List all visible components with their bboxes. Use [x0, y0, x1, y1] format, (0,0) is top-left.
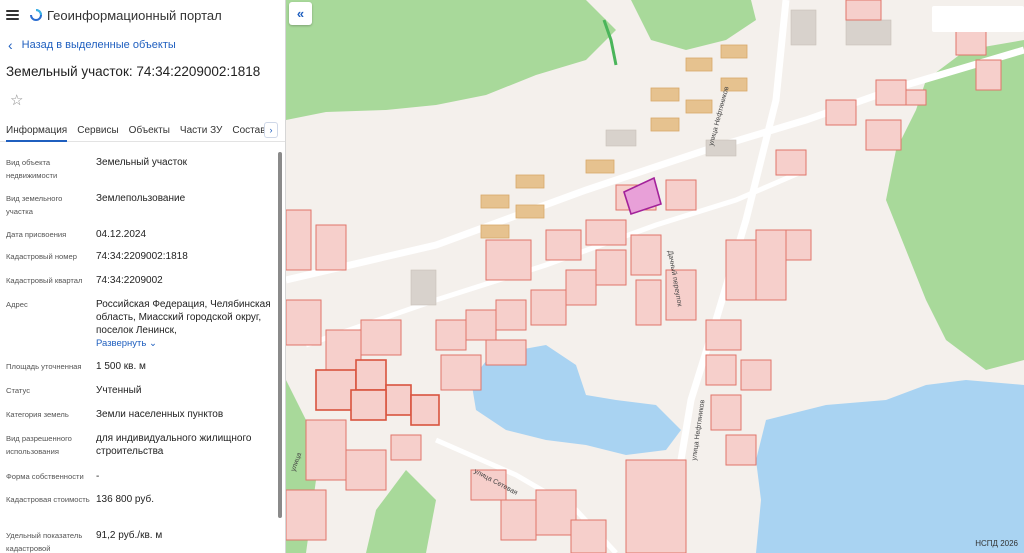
attribute-value: Землепользование	[96, 193, 186, 204]
attribute-label: Форма собственности	[6, 472, 84, 481]
chevron-down-icon: ⌄	[149, 338, 157, 349]
attribute-value: 74:34:2209002:1818	[96, 251, 188, 262]
back-link[interactable]: ‹ Назад в выделенные объекты	[0, 30, 285, 60]
double-chevron-left-icon[interactable]: «	[289, 2, 312, 25]
attribute-label: Кадастровый квартал	[6, 276, 83, 285]
map-canvas[interactable]	[286, 0, 1024, 553]
tab-information[interactable]: Информация	[6, 120, 68, 142]
attribute-label: Дата присвоения	[6, 230, 67, 239]
attribute-value: Учтенный	[96, 385, 142, 396]
attribute-label: Удельный показатель кадастровой	[6, 531, 83, 553]
back-link-label: Назад в выделенные объекты	[21, 39, 176, 51]
attribute-value: 136 800 руб.	[96, 494, 154, 505]
attribute-label: Категория земель	[6, 410, 69, 419]
attribute-value: 74:34:2209002	[96, 275, 163, 286]
object-title: Земельный участок: 74:34:2209002:1818	[6, 63, 261, 79]
info-panel: Геоинформационный портал ‹ Назад в выдел…	[0, 0, 286, 553]
attribute-label: Вид разрешенного использования	[6, 434, 72, 456]
attribute-label: Вид земельного участка	[6, 194, 63, 216]
tab-objects[interactable]: Объекты	[129, 120, 170, 142]
star-icon[interactable]: ☆	[10, 91, 23, 109]
address-text: Российская Федерация, Челябинская област…	[96, 299, 271, 336]
hamburger-icon[interactable]	[6, 10, 19, 20]
chevron-right-icon[interactable]: ›	[264, 122, 278, 138]
portal-logo-icon	[30, 9, 42, 21]
chevron-left-icon: ‹	[8, 37, 13, 53]
attribute-label: Площадь уточненная	[6, 362, 82, 371]
forest-area	[631, 0, 756, 50]
tab-composition[interactable]: Состав	[232, 120, 265, 142]
map-search-box[interactable]	[932, 6, 1024, 32]
attribute-value: Земли населенных пунктов	[96, 409, 224, 420]
map-copyright: НСПД 2026	[975, 539, 1018, 548]
tab-services[interactable]: Сервисы	[77, 120, 118, 142]
map-view[interactable]: улица Нефтяников улица Нефтяников улица …	[286, 0, 1024, 553]
attribute-label: Вид объекта недвижимости	[6, 158, 58, 180]
attribute-value: для индивидуального жилищного строительс…	[96, 433, 252, 457]
portal-title: Геоинформационный портал	[47, 7, 222, 23]
attribute-value: Российская Федерация, Челябинская област…	[96, 298, 272, 350]
forest-area	[286, 0, 616, 120]
expand-address-link[interactable]: Развернуть ⌄	[96, 338, 157, 349]
attribute-label: Статус	[6, 386, 31, 395]
attribute-value: 91,2 руб./кв. м	[96, 530, 163, 541]
attribute-value: 04.12.2024	[96, 229, 147, 240]
panel-header: Геоинформационный портал	[0, 0, 285, 30]
attribute-value: 1 500 кв. м	[96, 361, 146, 372]
attribute-label: Кадастровая стоимость	[6, 495, 90, 504]
attribute-value: -	[96, 471, 100, 482]
panel-scrollbar[interactable]	[278, 152, 282, 518]
lake	[756, 380, 1024, 553]
attribute-label: Адрес	[6, 300, 28, 309]
attribute-value: Земельный участок	[96, 157, 188, 168]
attribute-label: Кадастровый номер	[6, 252, 77, 261]
tab-parts[interactable]: Части ЗУ	[180, 120, 222, 142]
tab-bar: Информация Сервисы Объекты Части ЗУ Сост…	[0, 120, 285, 142]
